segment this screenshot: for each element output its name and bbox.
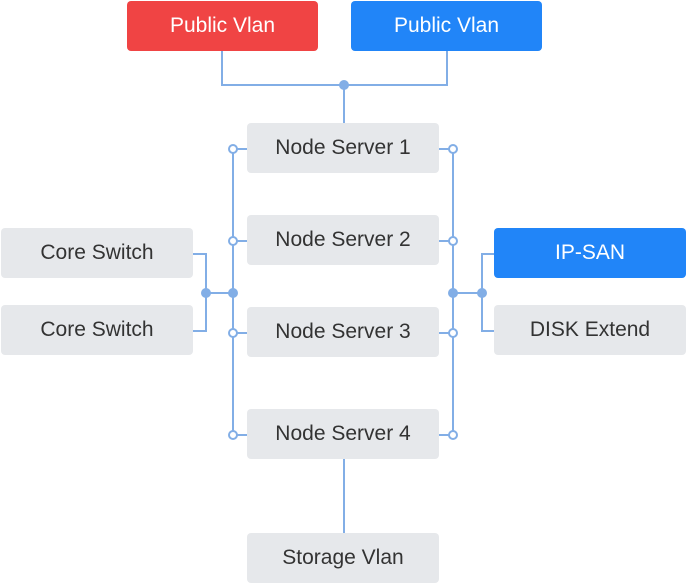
core-switch-1[interactable]: Core Switch xyxy=(1,228,193,278)
port-dot xyxy=(228,430,238,440)
node-server-2[interactable]: Node Server 2 xyxy=(247,215,439,265)
connector-lines xyxy=(193,50,494,533)
port-dot xyxy=(448,430,458,440)
storage-vlan[interactable]: Storage Vlan xyxy=(247,533,439,583)
port-dot xyxy=(448,236,458,246)
junction-dot xyxy=(477,288,487,298)
node-server-1[interactable]: Node Server 1 xyxy=(247,123,439,173)
junction-dot xyxy=(448,288,458,298)
disk-extend[interactable]: DISK Extend xyxy=(494,305,686,355)
network-diagram: Public Vlan Public Vlan Node Server 1 No… xyxy=(0,0,686,585)
vlan-connector xyxy=(221,50,448,86)
junction-dot xyxy=(228,288,238,298)
junction-dot xyxy=(339,80,349,90)
port-dot xyxy=(448,144,458,154)
port-dot xyxy=(228,328,238,338)
port-dot xyxy=(228,144,238,154)
node-server-3[interactable]: Node Server 3 xyxy=(247,307,439,357)
storage-connector xyxy=(453,253,494,332)
core-switch-connector xyxy=(193,253,233,332)
node-server-4[interactable]: Node Server 4 xyxy=(247,409,439,459)
public-vlan-red[interactable]: Public Vlan xyxy=(127,1,318,51)
port-dot xyxy=(228,236,238,246)
port-dot xyxy=(448,328,458,338)
ip-san[interactable]: IP-SAN xyxy=(494,228,686,278)
junction-dot xyxy=(201,288,211,298)
public-vlan-blue[interactable]: Public Vlan xyxy=(351,1,542,51)
core-switch-2[interactable]: Core Switch xyxy=(1,305,193,355)
